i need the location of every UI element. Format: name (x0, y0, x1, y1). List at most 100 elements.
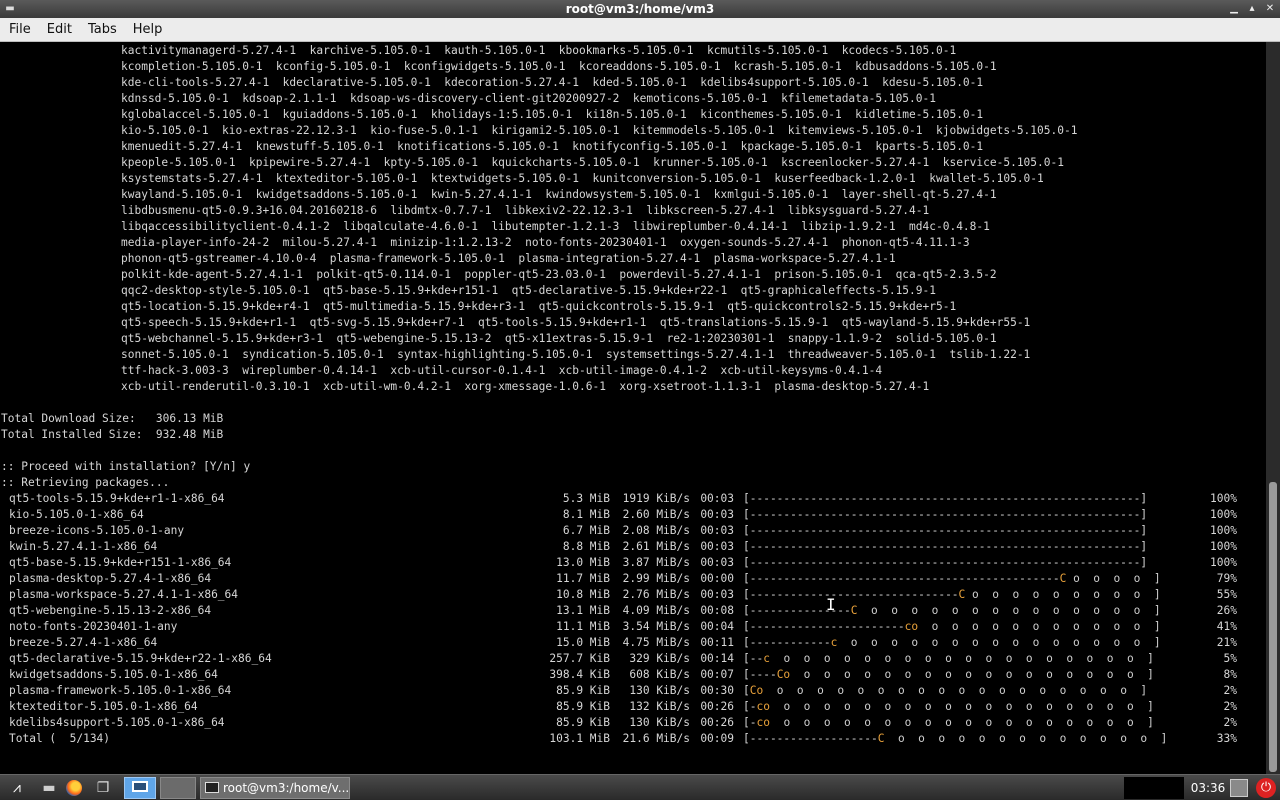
power-icon[interactable]: ⏻ (1256, 778, 1276, 798)
download-time: 00:03 (700, 508, 734, 521)
download-row: plasma-framework-5.105.0-1-x86_64 85.9 Ki… (0, 683, 1266, 699)
start-menu-icon[interactable]: ⩘ (6, 778, 28, 798)
menubar: File Edit Tabs Help (0, 18, 1280, 42)
download-speed: 130 KiB/s (629, 716, 690, 729)
download-time: 00:03 (700, 492, 734, 505)
menu-help[interactable]: Help (128, 22, 168, 37)
close-icon[interactable]: ✕ (1264, 0, 1276, 18)
download-name: plasma-workspace-5.27.4.1-1-x86_64 (9, 588, 239, 601)
download-percent: 8% (1223, 668, 1237, 681)
total-installed-size: Total Installed Size: 932.48 MiB (1, 428, 224, 441)
download-time: 00:07 (700, 668, 734, 681)
download-time: 00:14 (700, 652, 734, 665)
download-percent: 100% (1210, 524, 1237, 537)
package-line: qqc2-desktop-style-5.105.0-1 qt5-base-5.… (121, 284, 936, 297)
download-percent: 55% (1216, 588, 1237, 601)
window-titlebar[interactable]: ▬ root@vm3:/home/vm3 ▁ ▴ ✕ (0, 0, 1280, 18)
package-line: phonon-qt5-gstreamer-4.10.0-4 plasma-fra… (121, 252, 896, 265)
download-name: kio-5.105.0-1-x86_64 (9, 508, 144, 521)
pacman-icon: c (763, 652, 770, 665)
download-progress-bar: [---------------------------------------… (734, 539, 1201, 555)
download-speed: 130 KiB/s (629, 684, 690, 697)
download-percent: 100% (1210, 492, 1237, 505)
package-line: media-player-info-24-2 milou-5.27.4-1 mi… (121, 236, 970, 249)
window-list-icon[interactable]: ❐ (92, 778, 114, 798)
download-progress-bar: [---------------------------------------… (734, 507, 1201, 523)
download-time: 00:03 (700, 588, 734, 601)
scrollbar-thumb[interactable] (1269, 482, 1277, 772)
package-line: ttf-hack-3.003-3 wireplumber-0.4.14-1 xc… (121, 364, 883, 377)
download-percent: 100% (1210, 540, 1237, 553)
package-line: kdnssd-5.105.0-1 kdsoap-2.1.1-1 kdsoap-w… (121, 92, 936, 105)
menu-tabs[interactable]: Tabs (83, 22, 122, 37)
download-size: 8.8 MiB (562, 540, 610, 553)
window-menu-icon[interactable]: ▬ (4, 3, 16, 15)
system-tray[interactable] (1124, 777, 1184, 799)
progress-bar-remaining: o o o o o o o o o o o o o o o o o o ] (769, 716, 1154, 729)
download-speed: 608 KiB/s (629, 668, 690, 681)
download-speed: 132 KiB/s (629, 700, 690, 713)
progress-bar-text: [---------------------------------------… (743, 524, 1148, 537)
minimize-icon[interactable]: ▁ (1228, 0, 1240, 18)
download-time: 00:30 (700, 684, 734, 697)
package-line: qt5-speech-5.15.9+kde+r1-1 qt5-svg-5.15.… (121, 316, 1031, 329)
download-percent: 5% (1223, 652, 1237, 665)
download-percent: 41% (1216, 620, 1237, 633)
terminal-output[interactable]: kactivitymanagerd-5.27.4-1 karchive-5.10… (0, 42, 1266, 774)
workspace-switcher[interactable] (160, 777, 196, 799)
progress-bar-done: [------------------------------- (743, 588, 959, 601)
download-speed: 2.99 MiB/s (622, 572, 690, 585)
package-line: polkit-kde-agent-5.27.4.1-1 polkit-qt5-0… (121, 268, 997, 281)
clock[interactable]: 03:36 (1190, 775, 1226, 800)
progress-bar-text: [---------------------------------------… (743, 508, 1148, 521)
download-time: 00:04 (700, 620, 734, 633)
progress-bar-remaining: o o o o o o o o o o o o o o o o o o ] (769, 700, 1154, 713)
download-progress-bar: [-co o o o o o o o o o o o o o o o o o o… (734, 715, 1201, 731)
download-percent: 79% (1216, 572, 1237, 585)
package-line: kcompletion-5.105.0-1 kconfig-5.105.0-1 … (121, 60, 997, 73)
download-size: 13.1 MiB (556, 604, 610, 617)
firefox-icon[interactable] (63, 778, 85, 798)
download-name: kwidgetsaddons-5.105.0-1-x86_64 (9, 668, 218, 681)
download-size: 11.1 MiB (556, 620, 610, 633)
download-name: qt5-base-5.15.9+kde+r151-1-x86_64 (9, 556, 232, 569)
progress-bar-remaining: o o o o o o o o o o o o o ] (884, 732, 1168, 745)
download-time: 00:11 (700, 636, 734, 649)
progress-bar-text: [---------------------------------------… (743, 540, 1148, 553)
file-manager-icon[interactable]: ▬ (38, 778, 60, 798)
maximize-icon[interactable]: ▴ (1246, 0, 1258, 18)
progress-bar-text: [---------------------------------------… (743, 556, 1148, 569)
package-line: kpeople-5.105.0-1 kpipewire-5.27.4-1 kpt… (121, 156, 1064, 169)
download-speed: 3.87 MiB/s (622, 556, 690, 569)
download-percent: 21% (1216, 636, 1237, 649)
menu-edit[interactable]: Edit (42, 22, 77, 37)
package-line: xcb-util-renderutil-0.3.10-1 xcb-util-wm… (121, 380, 930, 393)
download-speed: 4.75 MiB/s (622, 636, 690, 649)
taskbar: ⩘ ▬ ❐ root@vm3:/home/v... 03:36 ⏻ (0, 774, 1280, 800)
download-progress-bar: [------------c o o o o o o o o o o o o o… (734, 635, 1201, 651)
download-size: 85.9 KiB (556, 700, 610, 713)
download-row: ktexteditor-5.105.0-1-x86_64 85.9 KiB 132 … (0, 699, 1266, 715)
download-name: plasma-framework-5.105.0-1-x86_64 (9, 684, 232, 697)
pacman-icon: co (756, 700, 770, 713)
download-size: 8.1 MiB (562, 508, 610, 521)
proceed-prompt: :: Proceed with installation? [Y/n] y (1, 460, 251, 473)
download-progress-bar: [-----------------------co o o o o o o o… (734, 619, 1201, 635)
progress-bar-remaining: o o o o o o o o o o o o o o o o o ] (790, 668, 1154, 681)
terminal-scrollbar[interactable] (1266, 42, 1280, 774)
package-line: libqaccessibilityclient-0.4.1-2 libqalcu… (121, 220, 990, 233)
system-monitor-icon[interactable] (1230, 779, 1248, 797)
window-controls: ▁ ▴ ✕ (1228, 0, 1276, 18)
taskbar-terminal-task[interactable]: root@vm3:/home/v... (200, 777, 350, 799)
pacman-icon: Co (776, 668, 791, 681)
package-line: kio-5.105.0-1 kio-extras-22.12.3-1 kio-f… (121, 124, 1078, 137)
download-progress-bar: [-------------------------------C o o o … (734, 587, 1201, 603)
progress-bar-done: [ (743, 684, 750, 697)
menu-file[interactable]: File (4, 22, 36, 37)
download-percent: 100% (1210, 556, 1237, 569)
show-desktop-icon[interactable] (124, 777, 156, 799)
download-name: breeze-5.27.4-1-x86_64 (9, 636, 158, 649)
download-row: kwin-5.27.4.1-1-x86_64 8.8 MiB 2.61 MiB/s 0… (0, 539, 1266, 555)
download-row: kwidgetsaddons-5.105.0-1-x86_64 398.4 KiB… (0, 667, 1266, 683)
